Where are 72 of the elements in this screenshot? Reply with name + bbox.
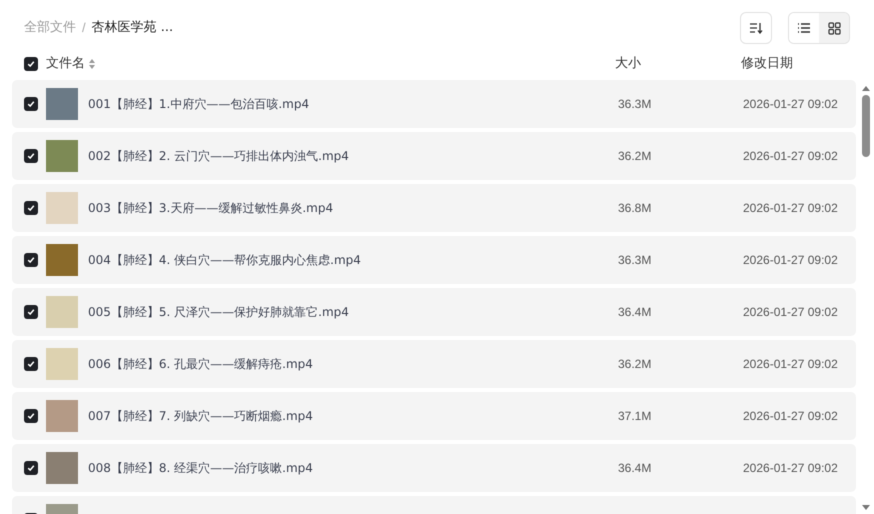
file-row[interactable]: 002【肺经】2. 云门穴——巧排出体内浊气.mp4 36.2M 2026-01-27 09:02	[12, 132, 856, 180]
check-icon	[27, 256, 35, 264]
file-row[interactable]: 001【肺经】1.中府穴——包治百咳.mp4 36.3M 2026-01-27 09:02	[12, 80, 856, 128]
list-view-icon	[797, 22, 811, 34]
file-name[interactable]: 003【肺经】3.天府——缓解过敏性鼻炎.mp4	[88, 199, 618, 217]
sort-icon	[749, 22, 763, 34]
view-toggle-button[interactable]	[819, 13, 849, 43]
checkbox[interactable]	[24, 461, 38, 475]
file-size: 36.3M	[618, 252, 652, 269]
check-icon	[27, 360, 35, 368]
file-date: 2026-01-27 09:02	[743, 148, 838, 165]
file-name[interactable]: 007【肺经】7. 列缺穴——巧断烟瘾.mp4	[88, 407, 618, 425]
photo-placeholder	[46, 88, 78, 120]
file-date: 2026-01-27 09:02	[743, 252, 838, 269]
photo-placeholder	[46, 296, 78, 328]
check-icon	[27, 464, 35, 472]
check-icon	[27, 308, 35, 316]
file-date: 2026-01-27 09:02	[743, 460, 838, 477]
checkbox[interactable]	[24, 357, 38, 371]
checkbox[interactable]	[24, 409, 38, 423]
checkbox[interactable]	[24, 97, 38, 111]
photo-placeholder	[46, 348, 78, 380]
file-date: 2026-01-27 09:02	[743, 356, 838, 373]
file-row[interactable]: 008【肺经】8. 经渠穴——治疗咳嗽.mp4 36.4M 2026-01-27 09:02	[12, 444, 856, 492]
file-size: 36.2M	[618, 356, 652, 373]
checkbox[interactable]	[24, 305, 38, 319]
scroll-down-icon[interactable]	[862, 505, 870, 510]
file-row[interactable]: 005【肺经】5. 尺泽穴——保护好肺就靠它.mp4 36.4M 2026-01-27 09:02	[12, 288, 856, 336]
photo-placeholder	[46, 244, 78, 276]
column-header[interactable]: 大小	[615, 54, 715, 74]
file-date: 2026-01-27 09:02	[743, 408, 838, 425]
scroll-up-icon[interactable]	[862, 86, 870, 91]
file-size: 37.1M	[618, 408, 652, 425]
photo-placeholder	[46, 140, 78, 172]
scrollbar-thumb[interactable]	[862, 95, 870, 157]
check-icon	[27, 60, 35, 68]
breadcrumb-item[interactable]: 杏林医学苑 ...	[92, 18, 174, 38]
photo-placeholder	[46, 452, 78, 484]
file-name[interactable]: 008【肺经】8. 经渠穴——治疗咳嗽.mp4	[88, 459, 618, 477]
checkbox[interactable]	[24, 149, 38, 163]
checkbox[interactable]	[24, 201, 38, 215]
file-row[interactable]: 004【肺经】4. 侠白穴——帮你克服内心焦虑.mp4 36.3M 2026-01-27 09:02	[12, 236, 856, 284]
file-size: 36.8M	[618, 200, 652, 217]
check-icon	[27, 100, 35, 108]
file-size: 36.3M	[618, 96, 652, 113]
file-name[interactable]: 004【肺经】4. 侠白穴——帮你克服内心焦虑.mp4	[88, 251, 618, 269]
file-date: 2026-01-27 09:02	[743, 200, 838, 217]
check-icon	[27, 204, 35, 212]
sort-arrows-icon[interactable]	[89, 59, 95, 69]
file-name[interactable]: 005【肺经】5. 尺泽穴——保护好肺就靠它.mp4	[88, 303, 618, 321]
file-size: 36.2M	[618, 148, 652, 165]
breadcrumb-separator: /	[82, 19, 86, 38]
sort-button[interactable]	[740, 12, 772, 44]
file-row[interactable]: 006【肺经】6. 孔最穴——缓解痔疮.mp4 36.2M 2026-01-27 09:02	[12, 340, 856, 388]
checkbox[interactable]	[24, 253, 38, 267]
file-size: 36.4M	[618, 460, 652, 477]
photo-placeholder	[46, 400, 78, 432]
file-size: 36.4M	[618, 304, 652, 321]
file-date: 2026-01-27 09:02	[743, 304, 838, 321]
grid-view-icon	[828, 22, 840, 34]
checkbox[interactable]	[24, 57, 38, 71]
column-header[interactable]: 修改日期	[741, 54, 793, 74]
check-icon	[27, 412, 35, 420]
file-date: 2026-01-27 09:02	[743, 96, 838, 113]
check-icon	[27, 152, 35, 160]
file-row[interactable]: 003【肺经】3.天府——缓解过敏性鼻炎.mp4 36.8M 2026-01-27 09:02	[12, 184, 856, 232]
column-header[interactable]: 文件名	[46, 54, 85, 74]
file-name[interactable]: 001【肺经】1.中府穴——包治百咳.mp4	[88, 95, 618, 113]
file-name[interactable]: 002【肺经】2. 云门穴——巧排出体内浊气.mp4	[88, 147, 618, 165]
file-row[interactable]: 007【肺经】7. 列缺穴——巧断烟瘾.mp4 37.1M 2026-01-27 09:02	[12, 392, 856, 440]
photo-placeholder	[46, 192, 78, 224]
file-name[interactable]: 006【肺经】6. 孔最穴——缓解痔疮.mp4	[88, 355, 618, 373]
